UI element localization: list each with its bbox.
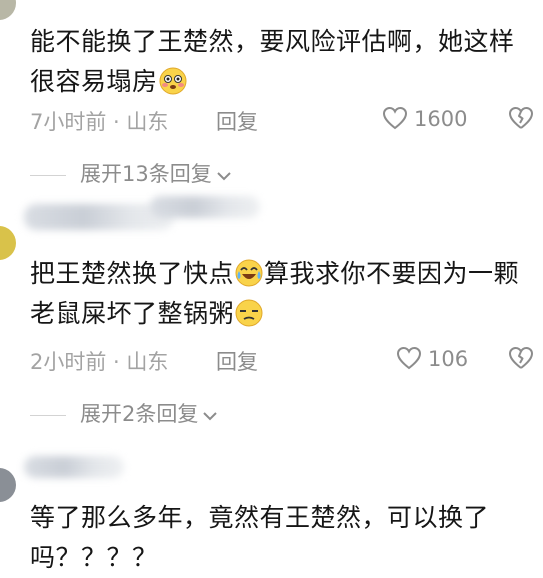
chevron-down-icon: [217, 172, 231, 181]
squinting-face-emoji: [235, 299, 263, 327]
heart-icon: [382, 106, 408, 130]
expand-label: 展开13条回复: [80, 162, 212, 186]
blurred-nickname-extra: [150, 196, 260, 218]
crying-laughing-emoji: [235, 259, 263, 287]
like-button[interactable]: 106: [396, 346, 468, 371]
blurred-nickname: [24, 456, 124, 478]
comment-text-part: 等了那么多年，竟然有王楚然，可以换了吗？？？？: [30, 503, 490, 572]
comment-meta: 2小时前 · 山东 回复 106: [30, 346, 540, 376]
heart-icon: [396, 346, 422, 370]
flushed-face-emoji: [159, 67, 187, 95]
avatar[interactable]: [0, 0, 16, 20]
comment-text: 等了那么多年，竟然有王楚然，可以换了吗？？？？: [30, 498, 530, 578]
expand-replies-button[interactable]: 展开13条回复: [30, 158, 232, 188]
comment-text: 能不能换了王楚然，要风险评估啊，她这样很容易塌房: [30, 22, 530, 102]
dislike-button[interactable]: [508, 346, 534, 375]
comment-text-part: 把王楚然换了快点: [30, 259, 235, 288]
like-count: 1600: [414, 107, 468, 131]
like-button[interactable]: 1600: [382, 106, 467, 131]
comment-meta: 7小时前 · 山东 回复 1600: [30, 106, 540, 136]
comment-text: 把王楚然换了快点 算我求你不要因为一颗老鼠屎坏了整锅粥: [30, 254, 530, 334]
like-count: 106: [428, 347, 469, 371]
divider-line: [30, 414, 66, 416]
avatar[interactable]: [0, 226, 16, 260]
dislike-button[interactable]: [508, 106, 534, 135]
comment-text-part: 能不能换了王楚然，要风险评估啊，她这样很容易塌房: [30, 27, 515, 96]
time-location: 2小时前 · 山东: [30, 350, 169, 374]
avatar[interactable]: [0, 468, 16, 502]
time-location: 7小时前 · 山东: [30, 110, 169, 134]
expand-label: 展开2条回复: [80, 402, 199, 426]
broken-heart-icon: [509, 347, 533, 369]
reply-button[interactable]: 回复: [216, 106, 258, 136]
expand-replies-button[interactable]: 展开2条回复: [30, 398, 218, 428]
chevron-down-icon: [203, 412, 218, 421]
divider-line: [30, 174, 66, 176]
broken-heart-icon: [509, 107, 533, 129]
reply-button[interactable]: 回复: [216, 346, 258, 376]
